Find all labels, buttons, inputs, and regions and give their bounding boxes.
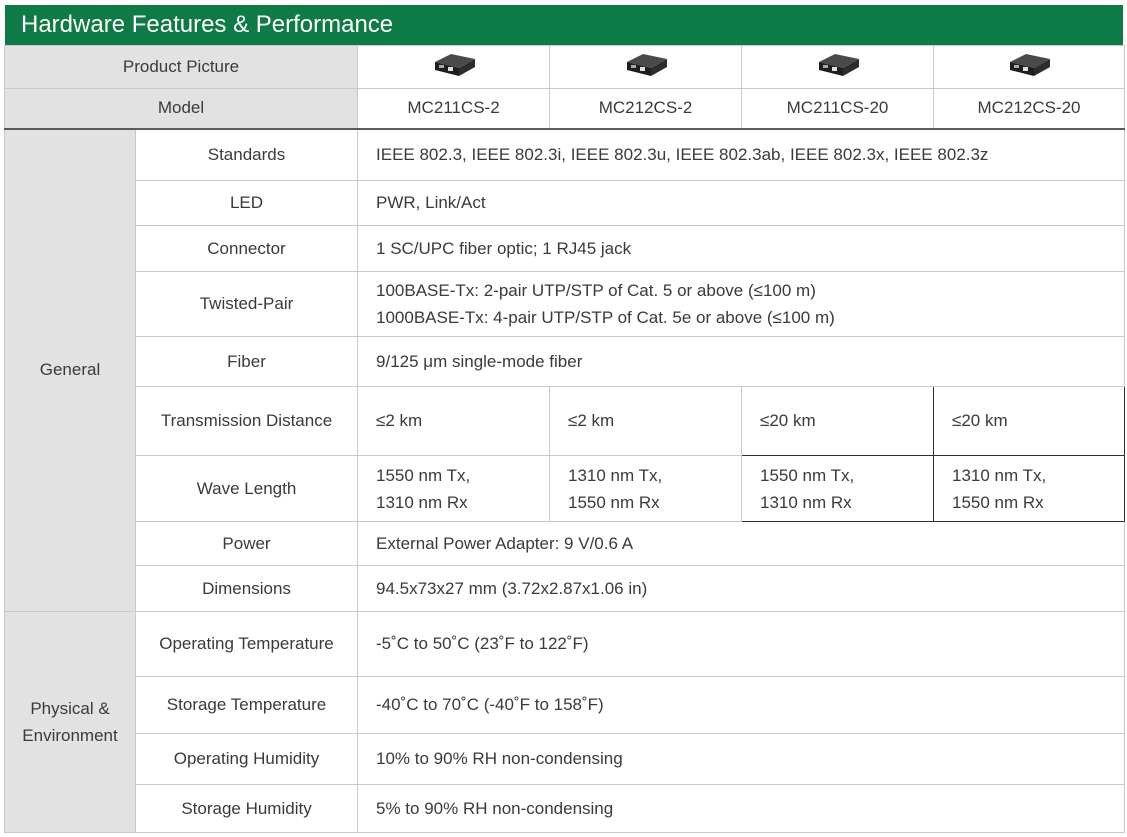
- model-name: MC211CS-2: [357, 88, 551, 129]
- standards-row: General Standards IEEE 802.3, IEEE 802.3…: [4, 127, 1126, 612]
- wave-tx: 1550 nm Tx,: [376, 465, 471, 485]
- model-name: MC211CS-20: [741, 88, 935, 129]
- media-converter-image: [626, 53, 667, 76]
- spec-value: ≤2 km: [357, 386, 551, 456]
- spec-label: Twisted-Pair: [134, 271, 359, 337]
- spec-value: 100BASE-Tx: 2-pair UTP/STP of Cat. 5 or …: [357, 271, 1126, 337]
- spec-value: -5˚C to 50˚C (23˚F to 122˚F): [357, 611, 1126, 677]
- spec-label: Operating Temperature: [134, 611, 359, 677]
- product-image-cell: [357, 45, 551, 89]
- spec-value: ≤2 km: [549, 386, 743, 456]
- spec-label: Storage Temperature: [134, 676, 359, 734]
- spec-label: Standards: [134, 127, 359, 181]
- group-physical-environment: Physical & Environment: [4, 611, 136, 833]
- model-name: MC212CS-2: [549, 88, 743, 129]
- wave-rx: 1310 nm Rx: [760, 492, 852, 512]
- page-title: Hardware Features & Performance: [5, 5, 1123, 45]
- group-label-line: Environment: [22, 726, 118, 745]
- product-picture-label: Product Picture: [3, 45, 359, 89]
- spec-label: Wave Length: [134, 455, 359, 522]
- spec-label: Connector: [134, 225, 359, 272]
- spec-value: 1 SC/UPC fiber optic; 1 RJ45 jack: [357, 225, 1126, 272]
- twisted-pair-line: 100BASE-Tx: 2-pair UTP/STP of Cat. 5 or …: [376, 281, 816, 300]
- spec-value: 9/125 μm single-mode fiber: [357, 336, 1126, 387]
- wave-rx: 1310 nm Rx: [376, 492, 468, 512]
- spec-label: Transmission Distance: [134, 386, 359, 456]
- spec-value: 5% to 90% RH non-condensing: [357, 784, 1126, 833]
- spec-value: 1310 nm Tx, 1550 nm Rx: [933, 455, 1126, 522]
- media-converter-image: [434, 53, 475, 76]
- product-image-cell: [741, 45, 935, 89]
- storage-temperature-row: Storage Temperature -40˚C to 70˚C (-40˚F…: [5, 676, 1126, 734]
- media-converter-image: [818, 53, 859, 76]
- twisted-pair-line: 1000BASE-Tx: 4-pair UTP/STP of Cat. 5e o…: [376, 308, 835, 327]
- transmission-distance-row: Transmission Distance ≤2 km ≤2 km ≤20 km…: [5, 386, 1126, 456]
- group-label-line: Physical &: [30, 699, 110, 718]
- spec-value: 1310 nm Tx, 1550 nm Rx: [549, 455, 743, 522]
- twisted-pair-row: Twisted-Pair 100BASE-Tx: 2-pair UTP/STP …: [5, 271, 1126, 337]
- spec-value: ≤20 km: [933, 386, 1126, 456]
- power-row: Power External Power Adapter: 9 V/0.6 A: [5, 521, 1126, 566]
- spec-value: 94.5x73x27 mm (3.72x2.87x1.06 in): [357, 565, 1126, 612]
- product-image-cell: [549, 45, 743, 89]
- media-converter-image: [1010, 53, 1051, 76]
- model-name: MC212CS-20: [933, 88, 1126, 129]
- group-general: General: [4, 127, 136, 612]
- spec-value: 1550 nm Tx, 1310 nm Rx: [741, 455, 935, 522]
- spec-label: Dimensions: [134, 565, 359, 612]
- wave-rx: 1550 nm Rx: [952, 492, 1044, 512]
- wave-tx: 1310 nm Tx,: [952, 465, 1047, 485]
- wave-tx: 1550 nm Tx,: [760, 465, 855, 485]
- spec-label: Operating Humidity: [134, 733, 359, 785]
- wave-tx: 1310 nm Tx,: [568, 465, 663, 485]
- connector-row: Connector 1 SC/UPC fiber optic; 1 RJ45 j…: [5, 225, 1126, 272]
- spec-table: Product Picture Model MC211CS-2 MC212CS-…: [3, 45, 1126, 833]
- spec-label: LED: [134, 180, 359, 226]
- spec-value: 1550 nm Tx, 1310 nm Rx: [357, 455, 551, 522]
- spec-value: -40˚C to 70˚C (-40˚F to 158˚F): [357, 676, 1126, 734]
- operating-temperature-row: Physical & Environment Operating Tempera…: [4, 611, 1126, 833]
- product-image-cell: [933, 45, 1126, 89]
- spec-label: Fiber: [134, 336, 359, 387]
- operating-humidity-row: Operating Humidity 10% to 90% RH non-con…: [5, 733, 1126, 785]
- spec-value: External Power Adapter: 9 V/0.6 A: [357, 521, 1126, 566]
- spec-label: Power: [134, 521, 359, 566]
- storage-humidity-row: Storage Humidity 5% to 90% RH non-conden…: [5, 784, 1126, 833]
- fiber-row: Fiber 9/125 μm single-mode fiber: [5, 336, 1126, 387]
- spec-value: IEEE 802.3, IEEE 802.3i, IEEE 802.3u, IE…: [357, 127, 1126, 181]
- product-picture-row: Product Picture: [3, 45, 1126, 89]
- dimensions-row: Dimensions 94.5x73x27 mm (3.72x2.87x1.06…: [5, 565, 1126, 612]
- wave-rx: 1550 nm Rx: [568, 492, 660, 512]
- spec-value: 10% to 90% RH non-condensing: [357, 733, 1126, 785]
- spec-label: Storage Humidity: [134, 784, 359, 833]
- model-label: Model: [3, 88, 359, 129]
- wave-length-row: Wave Length 1550 nm Tx, 1310 nm Rx 1310 …: [5, 455, 1126, 522]
- spec-value: ≤20 km: [741, 386, 935, 456]
- spec-value: PWR, Link/Act: [357, 180, 1126, 226]
- led-row: LED PWR, Link/Act: [5, 180, 1126, 226]
- model-row: Model MC211CS-2 MC212CS-2 MC211CS-20 MC2…: [3, 88, 1126, 129]
